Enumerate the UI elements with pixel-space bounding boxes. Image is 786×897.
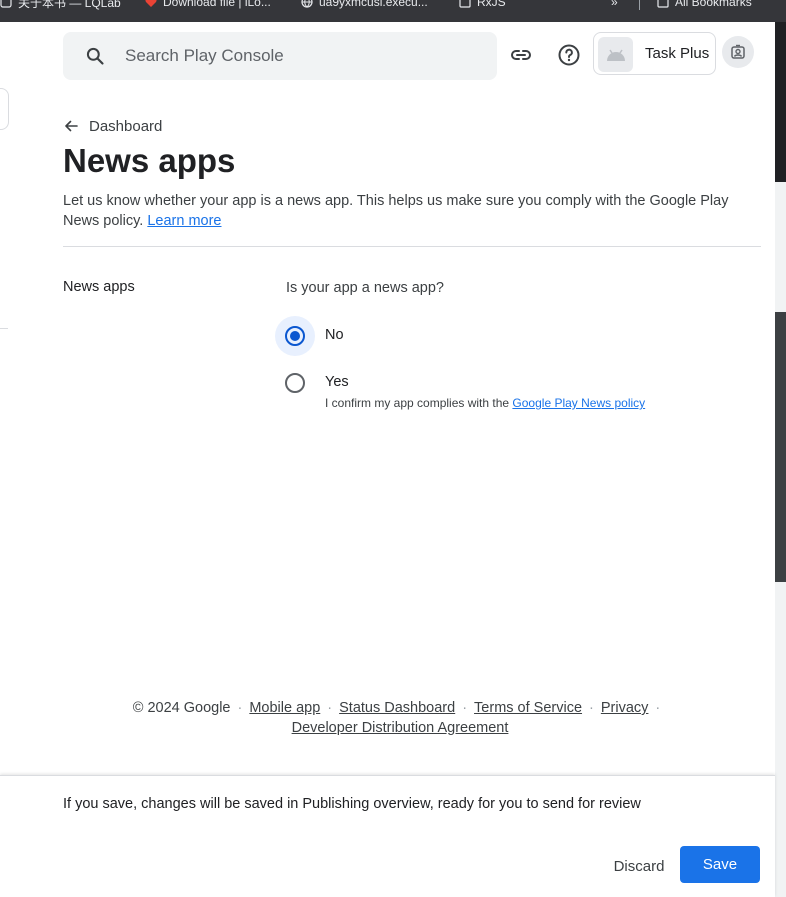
- search-bar[interactable]: [63, 32, 497, 80]
- bookmark-label: 关于本书 — LQLab: [18, 0, 121, 10]
- radio-label-no: No: [325, 327, 344, 343]
- radio-option-no[interactable]: No: [275, 316, 344, 356]
- section-label: News apps: [63, 279, 135, 295]
- nav-divider: [0, 328, 8, 329]
- copy-link-button[interactable]: [503, 37, 539, 73]
- app-selector[interactable]: Task Plus: [593, 32, 716, 75]
- bookmark-item[interactable]: RxJS: [459, 0, 506, 10]
- radio-button-yes[interactable]: [285, 373, 305, 393]
- bookmarks-overflow-button[interactable]: »: [611, 0, 618, 10]
- play-console-page: Task Plus Dashboard News apps Let us kno…: [0, 22, 775, 897]
- save-bar: If you save, changes will be saved in Pu…: [0, 775, 775, 897]
- help-button[interactable]: [551, 37, 587, 73]
- folder-icon: [657, 0, 669, 8]
- separator-dot: ·: [237, 700, 243, 716]
- helper-prefix: I confirm my app complies with the: [325, 396, 510, 410]
- all-bookmarks-button[interactable]: All Bookmarks: [657, 0, 752, 10]
- bookmarks-bar: 关于本书 — LQLab Download file | iLo... ua9y…: [0, 0, 786, 22]
- bookmark-label: RxJS: [477, 0, 506, 9]
- radio-yes-content: Yes I confirm my app complies with the G…: [325, 363, 645, 410]
- learn-more-link[interactable]: Learn more: [147, 213, 221, 229]
- separator-dot: ·: [462, 700, 468, 716]
- android-icon: [606, 49, 625, 61]
- account-switch-button[interactable]: [722, 36, 754, 68]
- separator-dot: ·: [327, 700, 333, 716]
- news-policy-link[interactable]: Google Play News policy: [512, 396, 645, 410]
- account-switch-icon: [731, 44, 745, 59]
- save-button[interactable]: Save: [680, 846, 760, 883]
- radio-checked-dot: [290, 331, 300, 341]
- save-bar-message: If you save, changes will be saved in Pu…: [63, 796, 641, 812]
- bookmark-item[interactable]: 关于本书 — LQLab: [0, 0, 121, 10]
- bookmark-label: Download file | iLo...: [163, 0, 271, 9]
- search-input[interactable]: [125, 44, 475, 68]
- page-description: Let us know whether your app is a news a…: [63, 191, 743, 231]
- discard-button[interactable]: Discard: [600, 848, 678, 884]
- help-icon: [558, 44, 580, 66]
- question-label: Is your app a news app?: [286, 280, 444, 296]
- link-icon: [511, 50, 531, 60]
- back-link-label: Dashboard: [89, 117, 163, 135]
- all-bookmarks-label: All Bookmarks: [675, 0, 752, 9]
- page-title: News apps: [63, 142, 236, 179]
- arrow-back-icon: [65, 120, 78, 132]
- page-footer: © 2024 Google · Mobile app · Status Dashboar…: [100, 698, 700, 738]
- copyright: © 2024 Google: [132, 700, 231, 716]
- footer-link-privacy[interactable]: Privacy: [601, 700, 649, 716]
- folder-icon: [459, 0, 471, 8]
- radio-label-yes: Yes: [325, 374, 349, 390]
- app-name: Task Plus: [645, 45, 710, 62]
- back-to-dashboard-link[interactable]: Dashboard: [63, 116, 162, 136]
- section-divider: [63, 246, 761, 247]
- collapsed-nav-edge: [0, 88, 9, 130]
- footer-link-status-dashboard[interactable]: Status Dashboard: [339, 700, 455, 716]
- globe-icon: [301, 0, 313, 8]
- window-edge-dark: [775, 22, 786, 182]
- adjacent-window-edge: [775, 22, 786, 897]
- bookmark-item[interactable]: Download file | iLo...: [145, 0, 271, 10]
- footer-link-terms[interactable]: Terms of Service: [474, 700, 582, 716]
- radio-focus-halo: [275, 316, 315, 356]
- separator-dot: ·: [655, 700, 661, 716]
- bookmark-label: ua9yxmcusi.execu...: [319, 0, 428, 9]
- radio-focus-halo: [275, 363, 315, 403]
- footer-link-dda[interactable]: Developer Distribution Agreement: [292, 720, 509, 736]
- window-edge-panel: [775, 312, 786, 582]
- separator-dot: ·: [589, 700, 594, 716]
- overflow-icon: »: [611, 0, 618, 9]
- radio-yes-helper-text: I confirm my app complies with the Googl…: [325, 396, 645, 410]
- bookmark-separator: [639, 0, 640, 10]
- footer-link-mobile-app[interactable]: Mobile app: [249, 700, 320, 716]
- heart-icon: [145, 0, 157, 7]
- app-thumbnail: [598, 37, 633, 72]
- bookmark-item[interactable]: ua9yxmcusi.execu...: [301, 0, 428, 10]
- page-icon: [0, 0, 12, 8]
- radio-option-yes[interactable]: Yes I confirm my app complies with the G…: [275, 363, 645, 410]
- search-icon: [86, 47, 104, 65]
- radio-button-no[interactable]: [285, 326, 305, 346]
